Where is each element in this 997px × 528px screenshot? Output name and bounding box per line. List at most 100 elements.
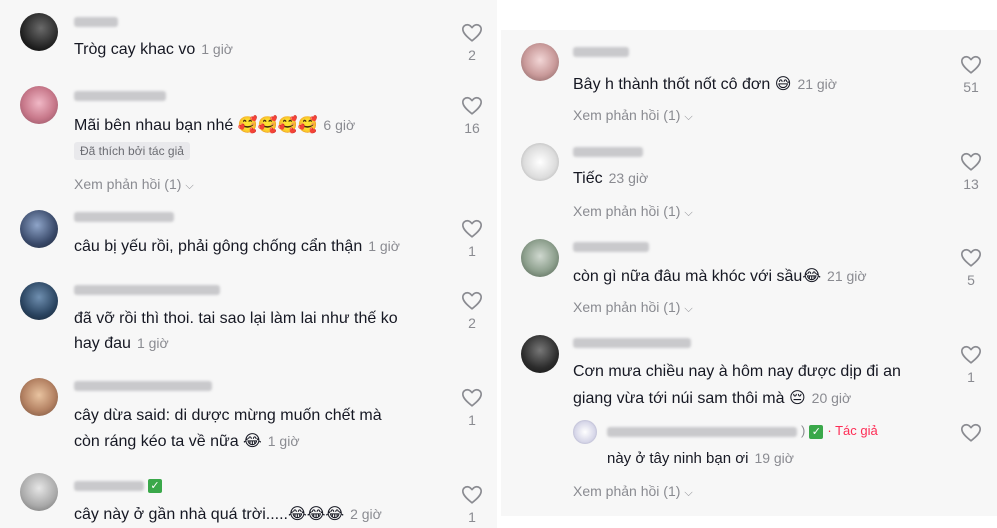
view-replies-link[interactable]: Xem phản hồi (1) ⌵	[573, 203, 693, 220]
like-count: 1	[468, 509, 476, 525]
emoji: 😂	[243, 431, 262, 450]
chevron-down-icon: ⌵	[684, 303, 693, 315]
avatar[interactable]	[20, 86, 58, 124]
username-blurred[interactable]	[74, 285, 220, 295]
avatar[interactable]	[521, 335, 559, 373]
comment-text-line2: giang vừa tới núi sam thôi mà 😔 20 giờ	[573, 388, 852, 407]
green-check-icon: ✓	[809, 424, 824, 439]
heart-outline-icon	[461, 290, 483, 312]
username-blurred[interactable]	[573, 47, 629, 57]
author-label: · Tác giả	[827, 423, 878, 438]
emoji: 🥰🥰🥰🥰	[237, 115, 318, 134]
comment-time: 21 giờ	[827, 268, 867, 284]
view-replies-link[interactable]: Xem phản hồi (1) ⌵	[74, 176, 194, 193]
avatar[interactable]	[20, 282, 58, 320]
heart-outline-icon	[461, 387, 483, 409]
avatar[interactable]	[20, 378, 58, 416]
heart-outline-icon	[461, 218, 483, 240]
comment-text: cây dừa said: di dược mừng muốn chết mà	[74, 407, 382, 424]
username-blurred[interactable]	[607, 426, 797, 437]
like-count: 51	[963, 79, 979, 95]
avatar[interactable]	[20, 210, 58, 248]
like-button[interactable]: 1	[452, 218, 492, 259]
username-blurred[interactable]	[74, 91, 166, 101]
heart-outline-icon	[461, 22, 483, 44]
comment-text: Mãi bên nhau bạn nhé 🥰🥰🥰🥰 6 giờ	[74, 115, 356, 134]
like-button[interactable]: 2	[452, 22, 492, 63]
comment-time: 20 giờ	[811, 390, 852, 406]
emoji: 😅	[774, 74, 792, 93]
avatar[interactable]	[521, 239, 559, 277]
comment-text: Bây h thành thốt nốt cô đơn 😅 21 giờ	[573, 74, 837, 93]
heart-outline-icon	[960, 247, 982, 269]
like-button[interactable]: 1	[452, 484, 492, 525]
like-count: 13	[963, 176, 979, 192]
view-replies-link[interactable]: Xem phản hồi (1) ⌵	[573, 107, 693, 124]
reply-text: này ở tây ninh bạn ơi 19 giờ	[607, 450, 794, 467]
like-count: 2	[468, 315, 476, 331]
like-button[interactable]: 1	[452, 387, 492, 428]
comment-text-line2: hay đau 1 giờ	[74, 335, 169, 352]
username-blurred[interactable]	[573, 147, 643, 157]
chevron-down-icon: ⌵	[684, 111, 693, 123]
like-count: 1	[468, 412, 476, 428]
avatar[interactable]	[20, 473, 58, 511]
comment-time: 1 giờ	[368, 238, 400, 254]
like-button[interactable]: 5	[951, 247, 991, 288]
comment-text: Tiếc 23 giờ	[573, 170, 649, 187]
chevron-down-icon: ⌵	[684, 207, 693, 219]
comment-time: 1 giờ	[201, 41, 233, 57]
username-blurred[interactable]	[74, 381, 212, 391]
view-replies-link[interactable]: Xem phản hồi (1) ⌵	[573, 299, 693, 316]
like-count: 1	[468, 243, 476, 259]
emoji: 😂😂😂	[288, 504, 345, 523]
username-blurred[interactable]	[74, 480, 144, 491]
comment-text: đã vỡ rồi thì thoi. tai sao lại làm lai …	[74, 310, 398, 327]
comment-time: 23 giờ	[608, 170, 649, 186]
like-button[interactable]: 13	[951, 151, 991, 192]
reply-avatar[interactable]	[573, 420, 597, 444]
username-blurred[interactable]	[573, 338, 691, 348]
comment-text: Tròg cay khac vo 1 giờ	[74, 41, 233, 58]
comment-text-line2: còn ráng kéo ta về nữa 😂 1 giờ	[74, 431, 300, 450]
like-button[interactable]: 1	[951, 344, 991, 385]
emoji: 😂	[802, 266, 822, 285]
like-count: 5	[967, 272, 975, 288]
username-blurred[interactable]	[74, 17, 118, 27]
comment-time: 6 giờ	[323, 117, 356, 133]
comments-panel-left: Tròg cay khac vo 1 giờ 2 Mãi bên nhau bạn…	[0, 0, 497, 528]
heart-outline-icon	[461, 484, 483, 506]
chevron-down-icon: ⌵	[185, 180, 194, 192]
heart-outline-icon	[960, 422, 982, 444]
comment-time: 2 giờ	[350, 506, 382, 522]
heart-outline-icon	[960, 151, 982, 173]
like-count: 2	[468, 47, 476, 63]
comment-text: câu bị yếu rồi, phải gông chống cẩn thận…	[74, 238, 400, 255]
comment-text: còn gì nữa đâu mà khóc với sầu😂 21 giờ	[573, 266, 867, 285]
username-blurred[interactable]	[74, 212, 174, 222]
heart-outline-icon	[461, 95, 483, 117]
emoji: 😔	[788, 388, 806, 407]
comment-time: 21 giờ	[797, 76, 837, 92]
heart-outline-icon	[960, 54, 982, 76]
view-replies-link[interactable]: Xem phản hồi (1) ⌵	[573, 483, 693, 500]
like-button[interactable]: 2	[452, 290, 492, 331]
reply-time: 19 giờ	[754, 450, 794, 466]
reply-username-suffix: )	[801, 423, 806, 438]
username-blurred[interactable]	[573, 242, 649, 252]
like-count: 16	[464, 120, 480, 136]
chevron-down-icon: ⌵	[684, 487, 693, 499]
username-row: ✓	[74, 477, 162, 495]
like-button[interactable]: 51	[951, 54, 991, 95]
avatar[interactable]	[521, 43, 559, 81]
green-check-icon: ✓	[148, 478, 162, 493]
comment-time: 1 giờ	[267, 433, 300, 449]
like-count: 1	[967, 369, 975, 385]
avatar[interactable]	[20, 13, 58, 51]
comments-panel-right: Bây h thành thốt nốt cô đơn 😅 21 giờ Xem …	[501, 30, 997, 516]
liked-by-author-badge: Đã thích bởi tác giả	[74, 142, 190, 160]
avatar[interactable]	[521, 143, 559, 181]
reply-like-button[interactable]	[951, 422, 991, 444]
comment-time: 1 giờ	[136, 335, 169, 351]
like-button[interactable]: 16	[452, 95, 492, 136]
